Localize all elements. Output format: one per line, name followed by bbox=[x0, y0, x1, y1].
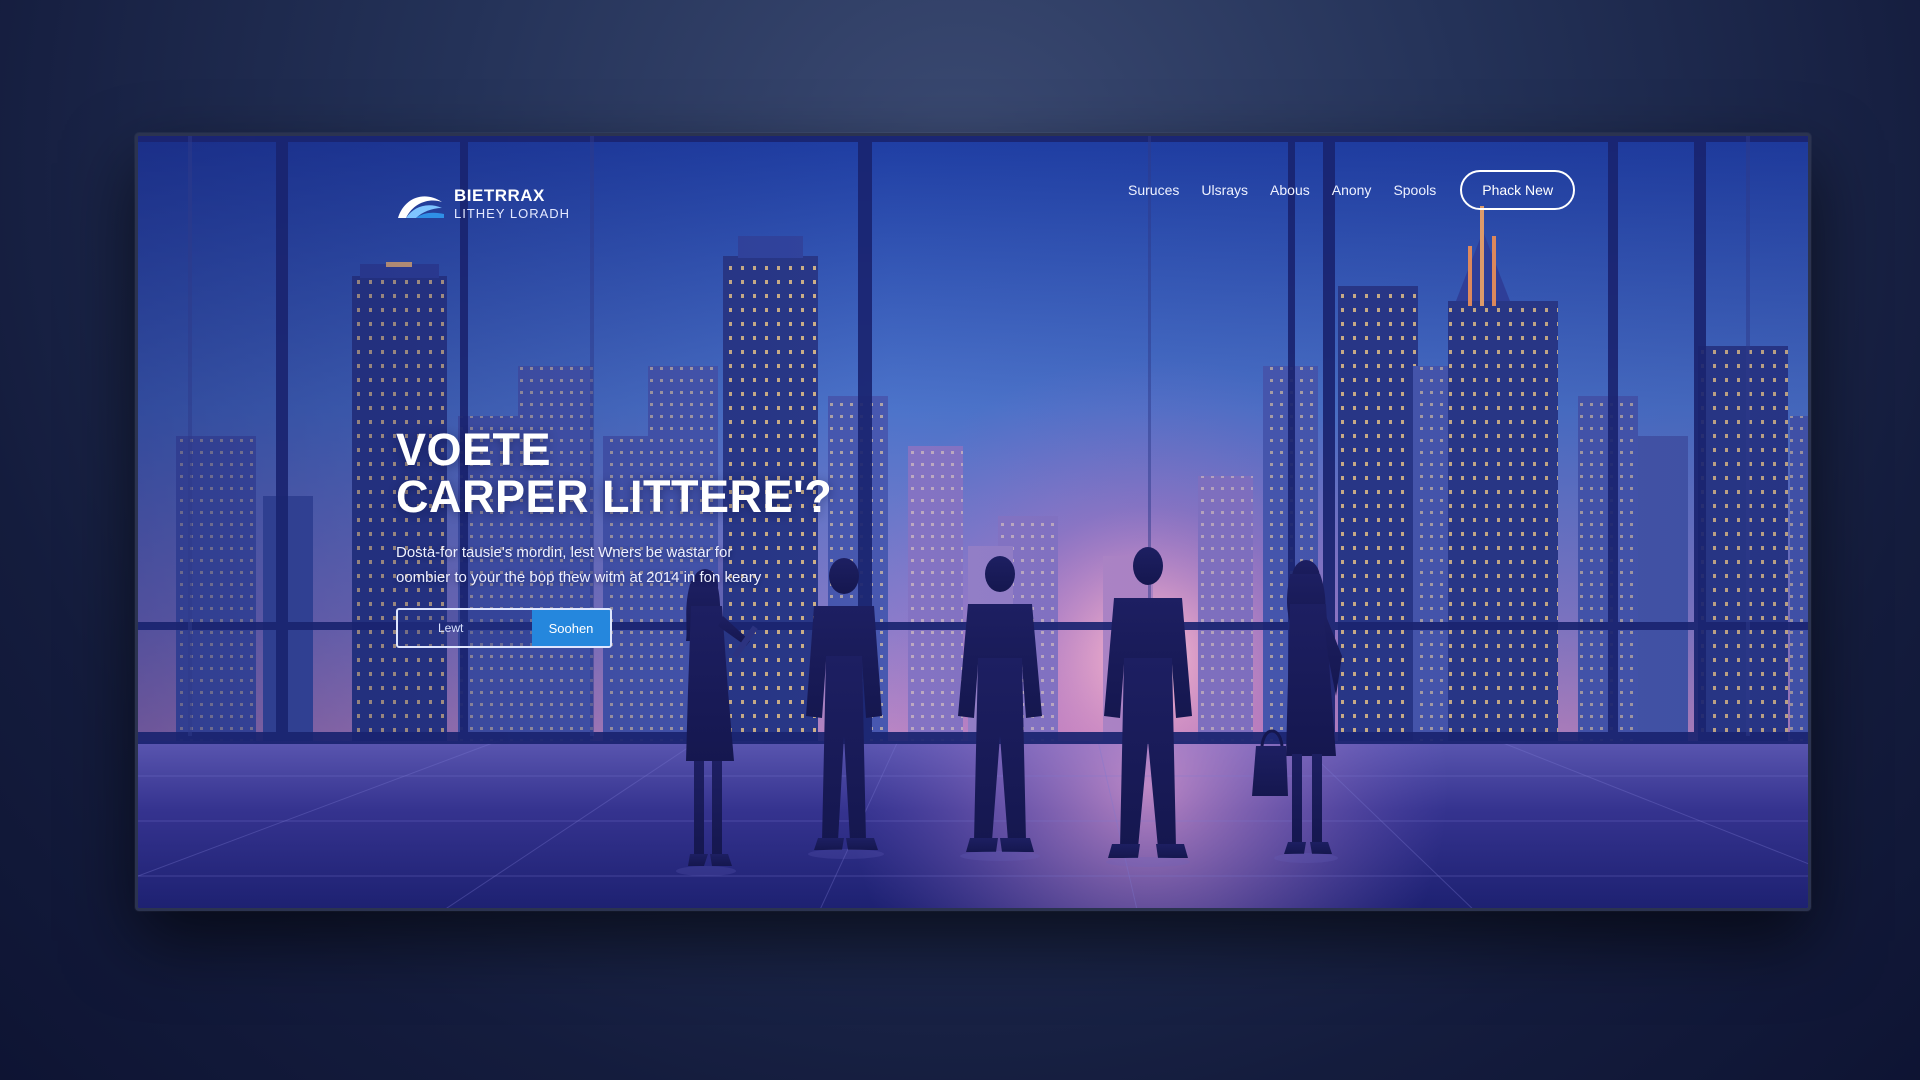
brand-tagline: LITHEY LORADH bbox=[454, 206, 571, 221]
hero-background-illustration bbox=[138, 136, 1808, 908]
nav-link-spools[interactable]: Spools bbox=[1393, 182, 1436, 198]
nav-link-suruces[interactable]: Suruces bbox=[1128, 182, 1179, 198]
hero-title-line-2: CARPER LITTERE'? bbox=[396, 471, 833, 522]
brand-text: BIETRRAX LITHEY LORADH bbox=[454, 186, 570, 222]
hero-description: Dosta-for tausie's mordin, lest Wners be… bbox=[396, 540, 956, 590]
hero-description-line-1: Dosta-for tausie's mordin, lest Wners be… bbox=[396, 544, 733, 561]
search-button[interactable]: Soohen bbox=[532, 610, 610, 646]
wave-logo-icon bbox=[398, 196, 444, 218]
brand-name: BIETRRAX bbox=[454, 186, 545, 205]
nav-link-abous[interactable]: Abous bbox=[1270, 182, 1310, 198]
main-nav: Suruces Ulsrays Abous Anony Spools Phack… bbox=[1128, 170, 1576, 210]
hero-section: VOETE CARPER LITTERE'? Dosta-for tausie'… bbox=[396, 426, 956, 648]
brand-logo[interactable]: BIETRRAX LITHEY LORADH bbox=[396, 186, 570, 222]
nav-link-anony[interactable]: Anony bbox=[1332, 182, 1372, 198]
search-input[interactable] bbox=[398, 610, 532, 646]
search-form: Soohen bbox=[396, 608, 612, 648]
hero-title: VOETE CARPER LITTERE'? bbox=[396, 426, 956, 520]
phack-new-button[interactable]: Phack New bbox=[1460, 170, 1576, 210]
hero-title-line-1: VOETE bbox=[396, 424, 552, 475]
nav-link-ulsrays[interactable]: Ulsrays bbox=[1201, 182, 1248, 198]
hero-description-line-2: oombier to your the bop thew witm at 201… bbox=[396, 569, 762, 586]
website-screen: BIETRRAX LITHEY LORADH Suruces Ulsrays A… bbox=[135, 133, 1811, 911]
